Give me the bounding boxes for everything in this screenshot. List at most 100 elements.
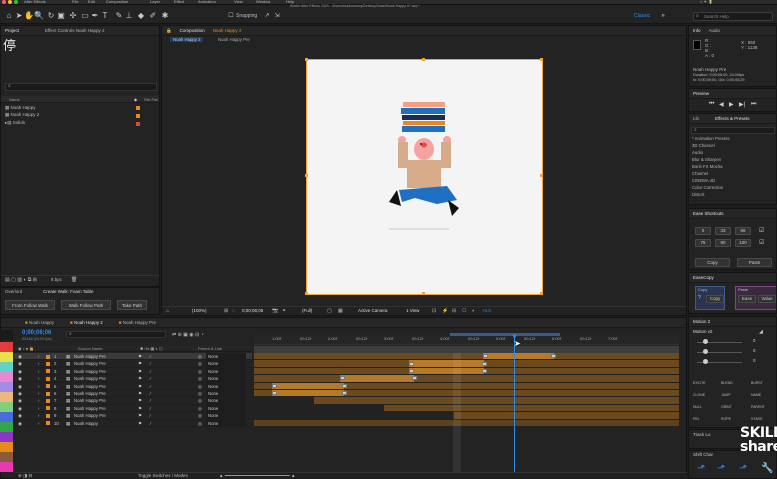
parent-link-icon[interactable]: ◎ bbox=[198, 412, 202, 419]
parent-dropdown[interactable]: None bbox=[206, 404, 246, 412]
layer-label-color[interactable] bbox=[46, 361, 50, 366]
effects-item[interactable]: Distort bbox=[692, 192, 704, 197]
overlord-value[interactable]: Create Walk: Foam Table bbox=[43, 289, 94, 294]
tab-track[interactable]: Track Lo bbox=[693, 432, 710, 437]
menu-edit[interactable]: Edit bbox=[88, 0, 95, 4]
motion-tool-pin[interactable]: PIN bbox=[693, 417, 699, 421]
exposure-icon[interactable]: ◐ bbox=[472, 308, 475, 314]
ease-value-button[interactable]: 90 bbox=[715, 239, 731, 247]
view-layout-dropdown[interactable]: 1 View bbox=[406, 308, 419, 313]
rectangle-tool-icon[interactable]: ▭ bbox=[80, 11, 90, 21]
help-icon[interactable]: ? bbox=[698, 295, 701, 301]
quality-switch-icon[interactable]: ⁄ bbox=[150, 383, 151, 390]
ease-value-button[interactable]: 66 bbox=[735, 227, 751, 235]
playhead-line[interactable] bbox=[514, 334, 515, 474]
layer-label-color[interactable] bbox=[46, 391, 50, 396]
subtab-noah-happy-pre[interactable]: Noah Happy Pre bbox=[218, 37, 250, 42]
work-area-bar[interactable] bbox=[450, 333, 560, 336]
lock-icon[interactable]: 🔒 bbox=[166, 28, 172, 34]
eye-icon[interactable]: ◉ bbox=[18, 383, 22, 390]
layer-duration-bar[interactable] bbox=[384, 404, 679, 412]
motion-tool-rope[interactable]: ROPE bbox=[721, 417, 731, 421]
keyframe-marker[interactable] bbox=[551, 354, 556, 359]
magnification-dropdown[interactable]: (100%) bbox=[192, 308, 207, 313]
keyframe-marker[interactable] bbox=[412, 376, 417, 381]
motion-tool-excite[interactable]: EXCITE bbox=[693, 381, 706, 385]
first-frame-icon[interactable]: ⏮ bbox=[709, 101, 714, 108]
transform-handle[interactable] bbox=[540, 58, 543, 61]
expand-chevron-icon[interactable]: › bbox=[38, 383, 39, 390]
easecopy-copy-button[interactable]: Copy bbox=[706, 295, 724, 303]
menu-view[interactable]: View bbox=[234, 0, 243, 4]
parent-link-icon[interactable]: ◎ bbox=[198, 353, 202, 360]
parent-dropdown[interactable]: None bbox=[206, 390, 246, 397]
checkbox-icon[interactable]: ☑ bbox=[759, 227, 764, 234]
label-color-yellow[interactable] bbox=[0, 352, 13, 362]
shift-tool-icon[interactable]: ⬏ bbox=[697, 463, 705, 474]
layer-name[interactable]: Noah Happy Pre bbox=[74, 383, 106, 390]
menu-composition[interactable]: Composition bbox=[106, 0, 128, 4]
label-color-lavender[interactable] bbox=[0, 382, 13, 392]
project-item[interactable]: ▦ Noah Happy bbox=[5, 105, 36, 111]
roto-brush-tool-icon[interactable]: ✐ bbox=[148, 11, 158, 21]
tab-preview[interactable]: Preview bbox=[693, 91, 709, 96]
parent-dropdown[interactable]: None bbox=[206, 397, 246, 405]
toggle-pixel-icon[interactable]: ⊡ bbox=[432, 308, 436, 314]
resolution-dropdown[interactable]: (Full) bbox=[302, 308, 312, 313]
tab-timeline-noah-happy[interactable]: ■ Noah Happy bbox=[25, 320, 54, 325]
parent-dropdown[interactable]: None bbox=[206, 412, 246, 420]
menu-effect[interactable]: Effect bbox=[174, 0, 184, 4]
expand-chevron-icon[interactable]: › bbox=[38, 412, 39, 419]
label-color-swatch[interactable] bbox=[136, 106, 140, 110]
current-time-display[interactable]: 0;00;06;06 bbox=[242, 308, 263, 313]
keyframe-marker[interactable] bbox=[342, 383, 347, 388]
magnet-icon[interactable]: ⌂ bbox=[166, 308, 169, 314]
expand-chevron-icon[interactable]: › bbox=[38, 360, 39, 367]
quality-switch-icon[interactable]: ⁄ bbox=[150, 397, 151, 404]
quality-switch-icon[interactable]: ⁄ bbox=[150, 375, 151, 382]
keyframe-marker[interactable] bbox=[482, 368, 487, 373]
quality-switch-icon[interactable]: ⁄ bbox=[150, 360, 151, 367]
transparency-grid-icon[interactable]: ▦ bbox=[338, 308, 343, 314]
keyframe-marker[interactable] bbox=[272, 383, 277, 388]
keyframe-marker[interactable] bbox=[482, 361, 487, 366]
channel-icon[interactable]: ⚭ bbox=[282, 308, 286, 314]
tab-shift[interactable]: Shift Char bbox=[693, 452, 713, 457]
label-column-icon[interactable]: ◆ bbox=[134, 96, 137, 103]
keyframe-marker[interactable] bbox=[483, 354, 488, 359]
keyframe-marker[interactable] bbox=[409, 368, 414, 373]
eye-icon[interactable]: ◉ bbox=[18, 375, 22, 382]
checkbox-icon[interactable]: ☑ bbox=[759, 239, 764, 246]
shy-switch-icon[interactable]: ⚑ bbox=[138, 375, 142, 382]
tab-motion[interactable]: Motion 2 bbox=[693, 319, 710, 324]
keyframe-marker[interactable] bbox=[409, 361, 414, 366]
rotate-tool-icon[interactable]: ↻ bbox=[46, 11, 56, 21]
expand-chevron-icon[interactable]: › bbox=[38, 375, 39, 382]
layer-row[interactable]: ◉ › 4 ▦ Noah Happy Pre ⚑ ⁄ ◎ None bbox=[14, 375, 252, 383]
timeline-switch-icons[interactable]: ⇄ ⊛ ▣ ◉ ⊟ ◔ bbox=[172, 332, 204, 338]
snapping-checkbox-icon[interactable]: ☐ bbox=[226, 11, 236, 21]
previous-frame-icon[interactable]: ◀ bbox=[719, 101, 724, 108]
shy-switch-icon[interactable]: ⚑ bbox=[138, 397, 142, 404]
column-source-name[interactable]: Source Name bbox=[78, 345, 102, 352]
parent-link-icon[interactable]: ◎ bbox=[198, 397, 202, 404]
layer-name[interactable]: Noah Happy Pre bbox=[74, 397, 106, 404]
tab-info[interactable]: Info bbox=[693, 28, 701, 33]
ease-value-button[interactable]: 75 bbox=[695, 239, 711, 247]
ease-paste-button[interactable]: Paste bbox=[737, 258, 772, 267]
menu-animation[interactable]: Animation bbox=[198, 0, 216, 4]
layer-label-color[interactable] bbox=[46, 398, 50, 403]
effects-item[interactable]: * Animation Presets bbox=[692, 136, 730, 141]
keyframe-marker[interactable] bbox=[340, 376, 345, 381]
project-item[interactable]: ▸▤ Solids bbox=[5, 120, 25, 126]
motion-tool-parent[interactable]: PARENT bbox=[751, 405, 765, 409]
layer-label-color[interactable] bbox=[46, 354, 50, 359]
label-color-peach[interactable] bbox=[0, 392, 13, 402]
layer-row[interactable]: ◉ › 10 ▦ Noah Happy ⚑ ⁄ ◎ None bbox=[14, 419, 252, 427]
eye-icon[interactable]: ◉ bbox=[18, 420, 22, 427]
workspace-menu-icon[interactable]: » bbox=[658, 11, 668, 21]
expand-chevron-icon[interactable]: › bbox=[38, 368, 39, 375]
label-color-blue[interactable] bbox=[0, 412, 13, 422]
type-tool-icon[interactable]: T bbox=[100, 11, 110, 21]
next-frame-icon[interactable]: ▶| bbox=[739, 101, 745, 108]
